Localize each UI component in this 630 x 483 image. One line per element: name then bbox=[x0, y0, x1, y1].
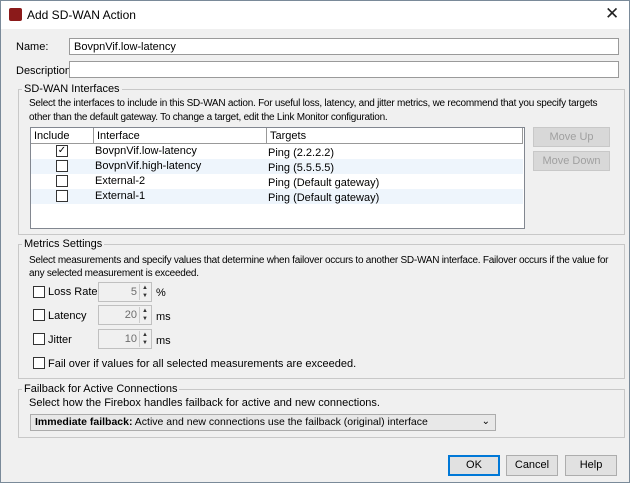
add-sdwan-action-dialog: Add SD-WAN Action ✕ Name: BovpnVif.low-l… bbox=[0, 0, 630, 483]
fail-over-all-label: Fail over if values for all selected mea… bbox=[48, 358, 357, 370]
failback-select[interactable]: Immediate failback: Active and new conne… bbox=[30, 414, 496, 431]
interfaces-help-line2: other than the default gateway. To chang… bbox=[29, 112, 388, 123]
spin-down-icon[interactable]: ▼ bbox=[139, 339, 150, 347]
interface-target: Ping (Default gateway) bbox=[268, 192, 380, 204]
latency-unit: ms bbox=[156, 311, 171, 323]
interface-target: Ping (Default gateway) bbox=[268, 177, 380, 189]
move-down-button[interactable]: Move Down bbox=[533, 151, 610, 171]
jitter-label: Jitter bbox=[48, 334, 72, 346]
loss-rate-spinner[interactable]: 5 ▲ ▼ bbox=[98, 282, 152, 302]
selected-option-bold: Immediate failback: bbox=[35, 416, 133, 428]
failback-help: Select how the Firebox handles failback … bbox=[29, 397, 380, 409]
column-interface[interactable]: Interface bbox=[94, 128, 267, 144]
interfaces-table: Include Interface Targets ✓ BovpnVif.low… bbox=[30, 127, 525, 229]
group-legend: Metrics Settings bbox=[22, 238, 105, 250]
interface-name: BovpnVif.low-latency bbox=[95, 145, 197, 157]
description-label: Description: bbox=[16, 65, 75, 77]
move-up-button[interactable]: Move Up bbox=[533, 127, 610, 147]
jitter-spinner[interactable]: 10 ▲ ▼ bbox=[98, 329, 152, 349]
latency-checkbox[interactable] bbox=[33, 309, 45, 321]
loss-rate-unit: % bbox=[156, 287, 166, 299]
interface-target: Ping (5.5.5.5) bbox=[268, 162, 335, 174]
group-legend: SD-WAN Interfaces bbox=[22, 83, 122, 95]
column-targets[interactable]: Targets bbox=[267, 128, 523, 144]
spin-up-icon[interactable]: ▲ bbox=[139, 284, 150, 292]
table-row[interactable]: BovpnVif.high-latency Ping (5.5.5.5) bbox=[31, 159, 523, 174]
latency-spinner[interactable]: 20 ▲ ▼ bbox=[98, 305, 152, 325]
selected-option-text: Active and new connections use the failb… bbox=[132, 416, 428, 428]
loss-rate-label: Loss Rate bbox=[48, 286, 98, 298]
interface-name: External-1 bbox=[95, 190, 146, 202]
metrics-help-line1: Select measurements and specify values t… bbox=[29, 255, 609, 266]
interfaces-help-line1: Select the interfaces to include in this… bbox=[29, 98, 598, 109]
interface-target: Ping (2.2.2.2) bbox=[268, 147, 335, 159]
spinner-value: 20 bbox=[124, 309, 137, 321]
window-title: Add SD-WAN Action bbox=[27, 8, 136, 22]
help-button[interactable]: Help bbox=[565, 455, 617, 476]
spin-down-icon[interactable]: ▼ bbox=[139, 292, 150, 300]
column-include[interactable]: Include bbox=[31, 128, 94, 144]
include-checkbox[interactable] bbox=[56, 175, 68, 187]
table-row[interactable]: External-1 Ping (Default gateway) bbox=[31, 189, 523, 204]
chevron-down-icon: ⌄ bbox=[481, 416, 490, 427]
include-checkbox[interactable] bbox=[56, 190, 68, 202]
include-checkbox[interactable]: ✓ bbox=[56, 145, 68, 157]
spin-down-icon[interactable]: ▼ bbox=[139, 315, 150, 323]
loss-rate-checkbox[interactable] bbox=[33, 286, 45, 298]
close-icon[interactable]: ✕ bbox=[605, 4, 619, 24]
include-checkbox[interactable] bbox=[56, 160, 68, 172]
group-legend: Failback for Active Connections bbox=[22, 383, 180, 395]
jitter-checkbox[interactable] bbox=[33, 333, 45, 345]
title-bar: Add SD-WAN Action ✕ bbox=[1, 1, 629, 29]
description-input[interactable] bbox=[69, 61, 619, 78]
fail-over-all-checkbox[interactable] bbox=[33, 357, 45, 369]
cancel-button[interactable]: Cancel bbox=[506, 455, 558, 476]
interface-name: BovpnVif.high-latency bbox=[95, 160, 202, 172]
spinner-value: 5 bbox=[130, 286, 137, 298]
table-row[interactable]: External-2 Ping (Default gateway) bbox=[31, 174, 523, 189]
app-icon bbox=[9, 8, 22, 21]
spin-up-icon[interactable]: ▲ bbox=[139, 331, 150, 339]
name-label: Name: bbox=[16, 41, 49, 53]
ok-button[interactable]: OK bbox=[448, 455, 500, 476]
table-row[interactable]: ✓ BovpnVif.low-latency Ping (2.2.2.2) bbox=[31, 144, 523, 159]
spinner-value: 10 bbox=[124, 333, 137, 345]
latency-label: Latency bbox=[48, 310, 87, 322]
spin-up-icon[interactable]: ▲ bbox=[139, 307, 150, 315]
name-input[interactable]: BovpnVif.low-latency bbox=[69, 38, 619, 55]
metrics-help-line2: any selected measurement is exceeded. bbox=[29, 268, 199, 279]
jitter-unit: ms bbox=[156, 335, 171, 347]
interface-name: External-2 bbox=[95, 175, 146, 187]
